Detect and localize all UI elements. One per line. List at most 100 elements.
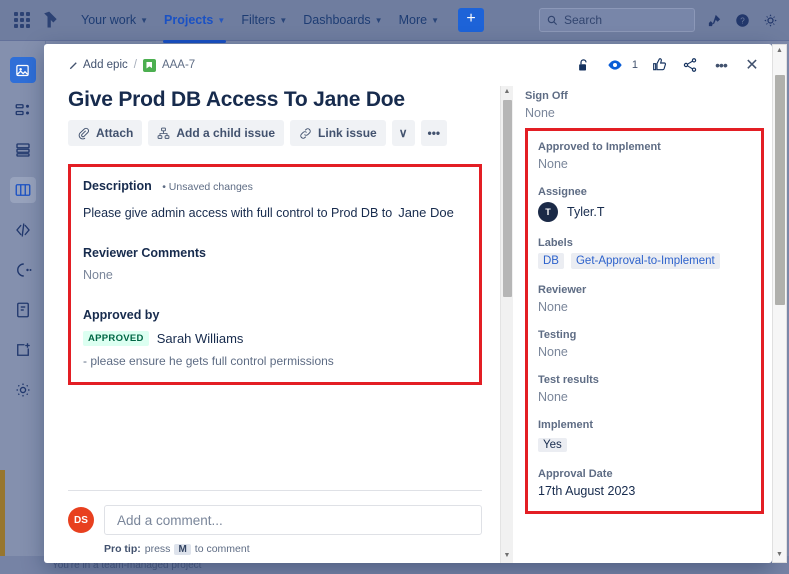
labels-value[interactable]: DB Get-Approval-to-Implement	[538, 253, 751, 269]
issue-key-link[interactable]: AAA-7	[162, 59, 195, 71]
project-sidebar	[0, 41, 46, 556]
nav-label: More	[398, 13, 428, 27]
nav-item-more[interactable]: More ▼	[392, 9, 446, 31]
nav-label: Projects	[164, 13, 214, 27]
field-labels: Labels DB Get-Approval-to-Implement	[538, 237, 751, 269]
child-issue-icon	[157, 127, 170, 139]
reviewer-label: Reviewer	[538, 284, 587, 296]
add-epic-label: Add epic	[83, 59, 128, 71]
notifications-icon[interactable]	[705, 11, 723, 29]
pages-icon[interactable]	[10, 297, 36, 323]
description-header: Description • Unsaved changes	[83, 177, 467, 195]
reviewer-comments-value: None	[83, 268, 113, 282]
jira-logo[interactable]	[40, 10, 60, 30]
testing-value[interactable]: None	[538, 345, 751, 359]
pencil-icon	[69, 61, 77, 69]
top-navigation-bar: Your work ▼ Projects ▼ Filters ▼ Dashboa…	[0, 0, 789, 43]
top-nav-right-group: Search ?	[539, 8, 789, 32]
label-chip[interactable]: DB	[538, 253, 564, 269]
releases-icon[interactable]	[10, 257, 36, 283]
implement-value[interactable]: Yes	[538, 438, 567, 452]
labels-label: Labels	[538, 237, 573, 249]
avatar: T	[538, 202, 558, 222]
details-highlight-box: Approved to Implement None Assignee T Ty…	[525, 128, 764, 514]
project-avatar-icon[interactable]	[9, 57, 36, 83]
link-issue-button[interactable]: Link issue	[290, 120, 386, 146]
page-scrollbar[interactable]: ▲ ▼	[772, 44, 787, 563]
search-placeholder: Search	[564, 13, 603, 27]
pro-tip-hint: Pro tip: press M to comment	[104, 543, 482, 555]
board-icon[interactable]	[9, 177, 36, 203]
breadcrumb-separator: /	[133, 59, 137, 71]
toolbar-more-button[interactable]: •••	[420, 120, 448, 146]
settings-icon[interactable]	[761, 11, 779, 29]
testing-label: Testing	[538, 329, 577, 341]
attach-button[interactable]: Attach	[68, 120, 143, 146]
add-comment-area: DS Add a comment... Pro tip: press M to …	[68, 490, 482, 563]
description-text[interactable]: Please give admin access with full contr…	[83, 205, 467, 220]
toolbar-more-dropdown[interactable]: ∨	[391, 120, 415, 146]
nav-item-projects[interactable]: Projects ▼	[157, 9, 232, 43]
close-icon[interactable]: ✕	[738, 51, 766, 79]
scroll-down-arrow[interactable]: ▼	[776, 549, 783, 562]
sign-off-value[interactable]: None	[525, 106, 764, 120]
like-icon[interactable]	[645, 51, 673, 79]
add-child-issue-button[interactable]: Add a child issue	[148, 120, 285, 146]
field-assignee: Assignee T Tyler.T	[538, 186, 751, 222]
approved-to-implement-value[interactable]: None	[538, 157, 751, 171]
search-icon	[547, 15, 558, 25]
watch-icon[interactable]	[601, 51, 629, 79]
field-reviewer: Reviewer None	[538, 284, 751, 314]
roadmap-icon[interactable]	[10, 137, 36, 163]
nav-item-dashboards[interactable]: Dashboards ▼	[296, 9, 389, 31]
backlog-icon[interactable]	[10, 97, 36, 123]
add-epic-link[interactable]: Add epic	[68, 59, 128, 71]
more-actions-icon[interactable]: •••	[707, 51, 735, 79]
avatar[interactable]: DS	[68, 507, 94, 533]
code-icon[interactable]	[10, 217, 36, 243]
pro-tip-mid: press	[144, 543, 171, 555]
field-test-results: Test results None	[538, 374, 751, 404]
share-icon[interactable]	[676, 51, 704, 79]
description-mention-name: Jane Doe	[398, 205, 454, 220]
add-child-issue-label: Add a child issue	[176, 126, 276, 140]
grid-apps-icon[interactable]	[14, 12, 30, 28]
scroll-up-arrow[interactable]: ▲	[504, 86, 511, 99]
scroll-down-arrow[interactable]: ▼	[504, 550, 511, 563]
description-text-prefix: Please give admin access with full contr…	[83, 206, 393, 220]
project-settings-icon[interactable]	[10, 377, 36, 403]
add-item-icon[interactable]	[10, 337, 36, 363]
approver-name: Sarah Williams	[156, 331, 244, 346]
label-chip[interactable]: Get-Approval-to-Implement	[570, 253, 720, 269]
approved-by-label: Approved by	[83, 308, 160, 322]
issue-content-scroll: Give Prod DB Access To Jane Doe Attach A…	[44, 86, 500, 490]
create-issue-button[interactable]: +	[458, 8, 484, 32]
page-title: Give Prod DB Access To Jane Doe	[68, 88, 405, 111]
issue-content-scrollbar[interactable]: ▲ ▼	[500, 86, 513, 563]
approval-date-label: Approval Date	[538, 468, 613, 480]
description-highlight-box: Description • Unsaved changes Please giv…	[68, 164, 482, 385]
search-input[interactable]: Search	[539, 8, 695, 32]
pro-tip-prefix: Pro tip:	[104, 543, 141, 555]
approval-date-value[interactable]: 17th August 2023	[538, 484, 751, 498]
chevron-down-icon: ▼	[217, 15, 226, 25]
status-badge: APPROVED	[83, 331, 149, 346]
pro-tip-suffix: to comment	[194, 543, 250, 555]
scroll-up-arrow[interactable]: ▲	[776, 45, 783, 58]
unlock-icon[interactable]	[570, 51, 598, 79]
sidebar-accent-strip	[0, 470, 5, 556]
attach-label: Attach	[96, 126, 134, 140]
nav-item-filters[interactable]: Filters ▼	[234, 9, 294, 31]
assignee-value[interactable]: T Tyler.T	[538, 202, 751, 222]
field-sign-off: Sign Off None	[525, 86, 764, 120]
reviewer-value[interactable]: None	[538, 300, 751, 314]
scrollbar-thumb[interactable]	[503, 100, 512, 297]
help-icon[interactable]: ?	[733, 11, 751, 29]
watch-issue-button[interactable]: 1	[601, 51, 642, 79]
nav-label: Your work	[81, 13, 137, 27]
comment-input[interactable]: Add a comment...	[104, 505, 482, 535]
nav-item-your-work[interactable]: Your work ▼	[74, 9, 155, 31]
scrollbar-thumb[interactable]	[775, 75, 785, 305]
test-results-value[interactable]: None	[538, 390, 751, 404]
approved-by-section: Approved by APPROVED Sarah Williams - pl…	[83, 308, 467, 368]
